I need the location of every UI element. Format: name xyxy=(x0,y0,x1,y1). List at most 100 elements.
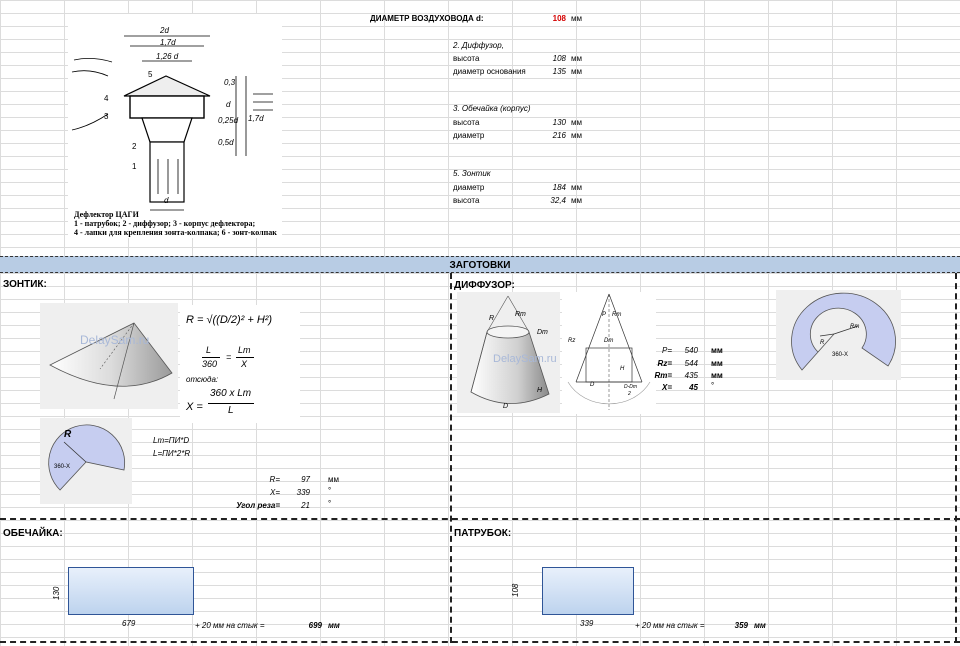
diffuser-base-value: 135 xyxy=(552,67,566,76)
diffuser-p-unit: мм xyxy=(711,346,723,355)
callout-1: 1 xyxy=(132,162,137,171)
diffuser-frustum-figure: R Rm Dm H D DelaySam.ru xyxy=(457,292,560,413)
formula-numerator: 360 x Lm xyxy=(210,388,252,399)
umbrella-height-unit: мм xyxy=(571,196,582,205)
pipe-total-unit: мм xyxy=(754,621,766,630)
diffuser-section-title: ДИФФУЗОР: xyxy=(454,280,515,291)
diffuser-pic-rm: Rm xyxy=(515,311,526,318)
callout-5: 5 xyxy=(148,70,153,79)
umbrella-pattern-r: R xyxy=(64,429,72,440)
diffuser-p-value: 540 xyxy=(684,346,698,355)
diffuser-rm-unit: мм xyxy=(711,371,723,380)
umbrella-section-title: ЗОНТИК: xyxy=(3,279,47,290)
duct-diameter-value[interactable]: 108 xyxy=(540,14,566,24)
umbrella-cone-svg xyxy=(49,322,173,400)
deflector-drawing: 2d 1,7d 1,26 d 5 4 3 2 1 d 0,5d 0,25d d … xyxy=(68,14,282,238)
diffuser-pattern-figure: Rm R 360-X xyxy=(776,290,901,380)
diffuser-x-unit: ° xyxy=(711,381,715,390)
umbrella-cut-unit: ° xyxy=(328,499,332,508)
umbrella-r-label: R= xyxy=(269,475,280,484)
umbrella-x-unit: ° xyxy=(328,486,332,495)
formula-eq: = xyxy=(226,352,232,362)
umbrella-diameter-unit: мм xyxy=(571,183,582,192)
formula-l: L xyxy=(206,345,212,355)
diffuser-pic-dm: Dm xyxy=(537,329,548,336)
shell-blank-rect[interactable] xyxy=(68,567,194,615)
dim-1-7d: 1,7d xyxy=(160,38,176,47)
formula-l-bar xyxy=(202,357,220,358)
formula-denominator: L xyxy=(228,405,234,416)
diffuser-base-label: диаметр основания xyxy=(453,67,526,76)
formula-lm: Lm xyxy=(238,345,251,355)
divider-vertical xyxy=(450,273,452,643)
lm-formula: Lm=ПИ*D xyxy=(153,436,190,445)
blanks-header-band: ЗАГОТОВКИ xyxy=(0,256,960,273)
umbrella-height-label: высота xyxy=(453,196,480,205)
side-d-right: d xyxy=(226,100,231,109)
formula-lm-bar xyxy=(236,357,254,358)
l-formula: L=ПИ*2*R xyxy=(153,449,191,458)
dim-d-bottom: d xyxy=(164,196,169,205)
pipe-width-label: 339 xyxy=(580,619,594,628)
shell-joint-label: + 20 мм на стык = xyxy=(195,621,265,630)
pipe-joint-label: + 20 мм на стык = xyxy=(635,621,705,630)
diffuser-pic-r: R xyxy=(489,315,495,322)
dim-2d: 2d xyxy=(160,26,169,35)
diffuser-pic-h: H xyxy=(537,387,543,394)
pipe-total-value: 359 xyxy=(734,621,748,630)
shell-total-value: 699 xyxy=(308,621,322,630)
diffuser-pattern-rm: Rm xyxy=(850,324,860,330)
shell-height-unit: мм xyxy=(571,118,582,127)
umbrella-cone-watermark: DelaySam.ru xyxy=(80,333,150,347)
divider-bottom xyxy=(0,641,960,643)
diffuser-scheme-rm: Rm xyxy=(612,312,622,318)
diffuser-pic-d: D xyxy=(503,403,509,410)
diffuser-rz-value: 544 xyxy=(684,359,698,368)
diffuser-header: 2. Диффузор, xyxy=(453,41,504,50)
diffuser-base-unit: мм xyxy=(571,67,582,76)
shell-height-axis-label: 130 xyxy=(52,586,61,600)
shell-diameter-value: 216 xyxy=(552,131,566,140)
formula-r: R = √((D/2)² + H²) xyxy=(186,314,273,326)
formula-hence: отсюда: xyxy=(186,375,219,384)
diffuser-rm-label: Rm= xyxy=(654,371,672,380)
umbrella-cut-label: Угол реза= xyxy=(236,501,280,510)
diffuser-x-label: X= xyxy=(661,383,672,392)
diffuser-height-label: высота xyxy=(453,54,480,63)
umbrella-pattern-360x: 360-X xyxy=(54,464,71,470)
diffuser-scheme-dm: Dm xyxy=(604,338,614,344)
umbrella-cone-figure: DelaySam.ru xyxy=(40,303,178,409)
side-1-7d: 1,7d xyxy=(248,114,264,123)
diffuser-pattern-svg xyxy=(791,292,896,371)
pipe-height-axis-label: 108 xyxy=(511,583,520,597)
divider-middle xyxy=(0,518,960,520)
shell-total-unit: мм xyxy=(328,621,340,630)
duct-diameter-label: ДИАМЕТР ВОЗДУХОВОДА d: xyxy=(370,14,484,23)
duct-diameter-unit: мм xyxy=(571,14,582,23)
diffuser-scheme-2: 2 xyxy=(628,391,631,397)
umbrella-diameter-value: 184 xyxy=(552,183,566,192)
diffuser-p-label: P= xyxy=(661,346,672,355)
side-0-25d: 0,25d xyxy=(218,116,239,125)
dim-1-26d: 1,26 d xyxy=(156,52,179,61)
pipe-section-title: ПАТРУБОК: xyxy=(454,528,512,539)
diffuser-pattern-360x: 360-X xyxy=(832,352,849,358)
umbrella-x-value: 339 xyxy=(296,488,310,497)
formula-x-result: X = xyxy=(186,401,203,413)
diffuser-rm-value: 435 xyxy=(684,371,698,380)
diffuser-x-value: 45 xyxy=(689,383,698,392)
pipe-blank-rect[interactable] xyxy=(542,567,634,615)
shell-section-title: ОБЕЧАЙКА: xyxy=(3,528,63,539)
shell-diameter-unit: мм xyxy=(571,131,582,140)
umbrella-formulas: R = √((D/2)² + H²) L 360 = Lm X отсюда: … xyxy=(180,305,300,423)
umbrella-x-label: X= xyxy=(269,488,280,497)
umbrella-header: 5. Зонтик xyxy=(453,169,491,178)
diffuser-scheme-d: D xyxy=(590,382,595,388)
shell-diameter-label: диаметр xyxy=(453,131,485,140)
umbrella-cut-value: 21 xyxy=(301,501,310,510)
formula-x-bar xyxy=(208,403,254,404)
shell-height-label: высота xyxy=(453,118,480,127)
umbrella-pattern-figure: R 360-X xyxy=(40,418,132,504)
diffuser-scheme-h: H xyxy=(620,366,625,372)
side-0-3: 0,3 xyxy=(224,78,236,87)
